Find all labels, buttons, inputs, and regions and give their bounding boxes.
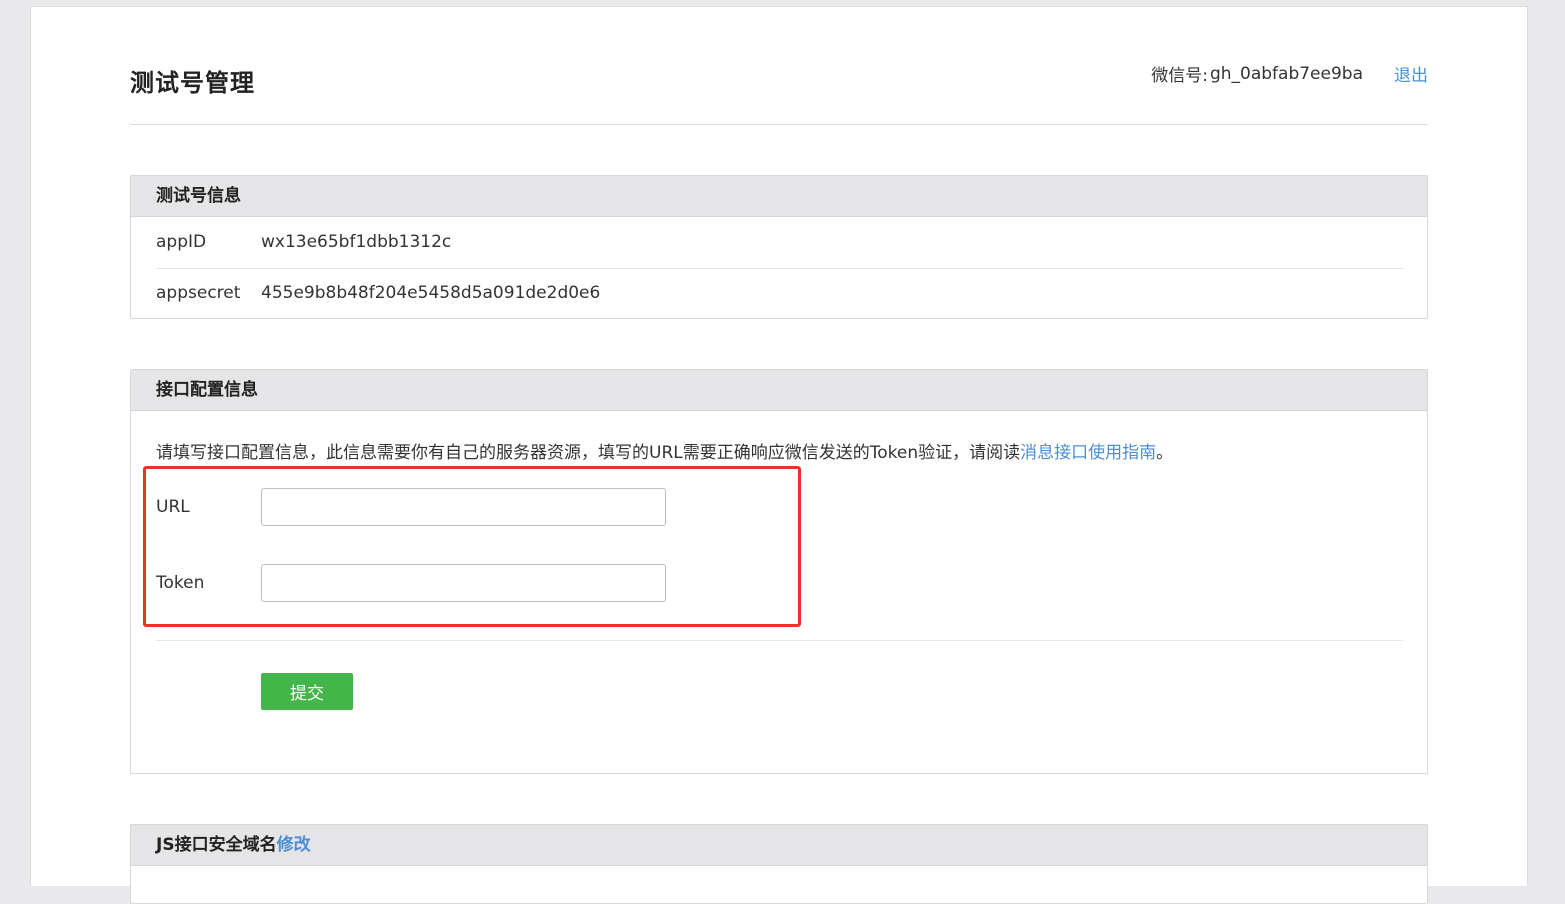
appsecret-label: appsecret: [156, 283, 241, 303]
account-info: 微信号: gh_0abfab7ee9ba 退出: [1151, 61, 1428, 87]
header-divider: [130, 124, 1428, 125]
submit-button[interactable]: 提交: [261, 673, 353, 710]
config-description-end: 。: [1156, 443, 1174, 463]
url-row: URL: [156, 488, 666, 526]
page-title: 测试号管理: [130, 69, 255, 97]
interface-config-panel: 接口配置信息 请填写接口配置信息，此信息需要你有自己的服务器资源，填写的URL需…: [130, 369, 1428, 774]
account-id: gh_0abfab7ee9ba: [1209, 63, 1363, 84]
form-divider: [156, 640, 1403, 641]
token-row: Token: [156, 564, 666, 602]
test-account-panel-title: 测试号信息: [131, 176, 1427, 217]
appsecret-value: 455e9b8b48f204e5458d5a091de2d0e6: [261, 283, 601, 303]
account-label: 微信号:: [1151, 66, 1208, 86]
test-account-panel: 测试号信息 appID wx13e65bf1dbb1312c appsecret…: [130, 175, 1428, 319]
token-label: Token: [156, 573, 205, 593]
appid-value: wx13e65bf1dbb1312c: [261, 232, 452, 252]
appsecret-row: appsecret 455e9b8b48f204e5458d5a091de2d0…: [156, 268, 1403, 318]
modify-link[interactable]: 修改: [277, 835, 311, 855]
interface-config-panel-title: 接口配置信息: [131, 370, 1427, 411]
config-description-text: 请填写接口配置信息，此信息需要你有自己的服务器资源，填写的URL需要正确响应微信…: [156, 443, 1021, 463]
url-input[interactable]: [261, 488, 666, 526]
token-input[interactable]: [261, 564, 666, 602]
js-domain-panel-title: JS接口安全域名修改: [131, 825, 1427, 866]
logout-link[interactable]: 退出: [1394, 61, 1428, 86]
message-guide-link[interactable]: 消息接口使用指南: [1020, 443, 1156, 463]
appid-label: appID: [156, 232, 207, 252]
js-domain-panel: JS接口安全域名修改: [130, 824, 1428, 904]
page-container: 测试号管理 微信号: gh_0abfab7ee9ba 退出 测试号信息 appI…: [30, 6, 1528, 904]
config-description: 请填写接口配置信息，此信息需要你有自己的服务器资源，填写的URL需要正确响应微信…: [156, 438, 1173, 463]
js-domain-title: JS接口安全域名: [156, 835, 277, 855]
url-label: URL: [156, 497, 190, 517]
appid-row: appID wx13e65bf1dbb1312c: [156, 217, 1403, 267]
